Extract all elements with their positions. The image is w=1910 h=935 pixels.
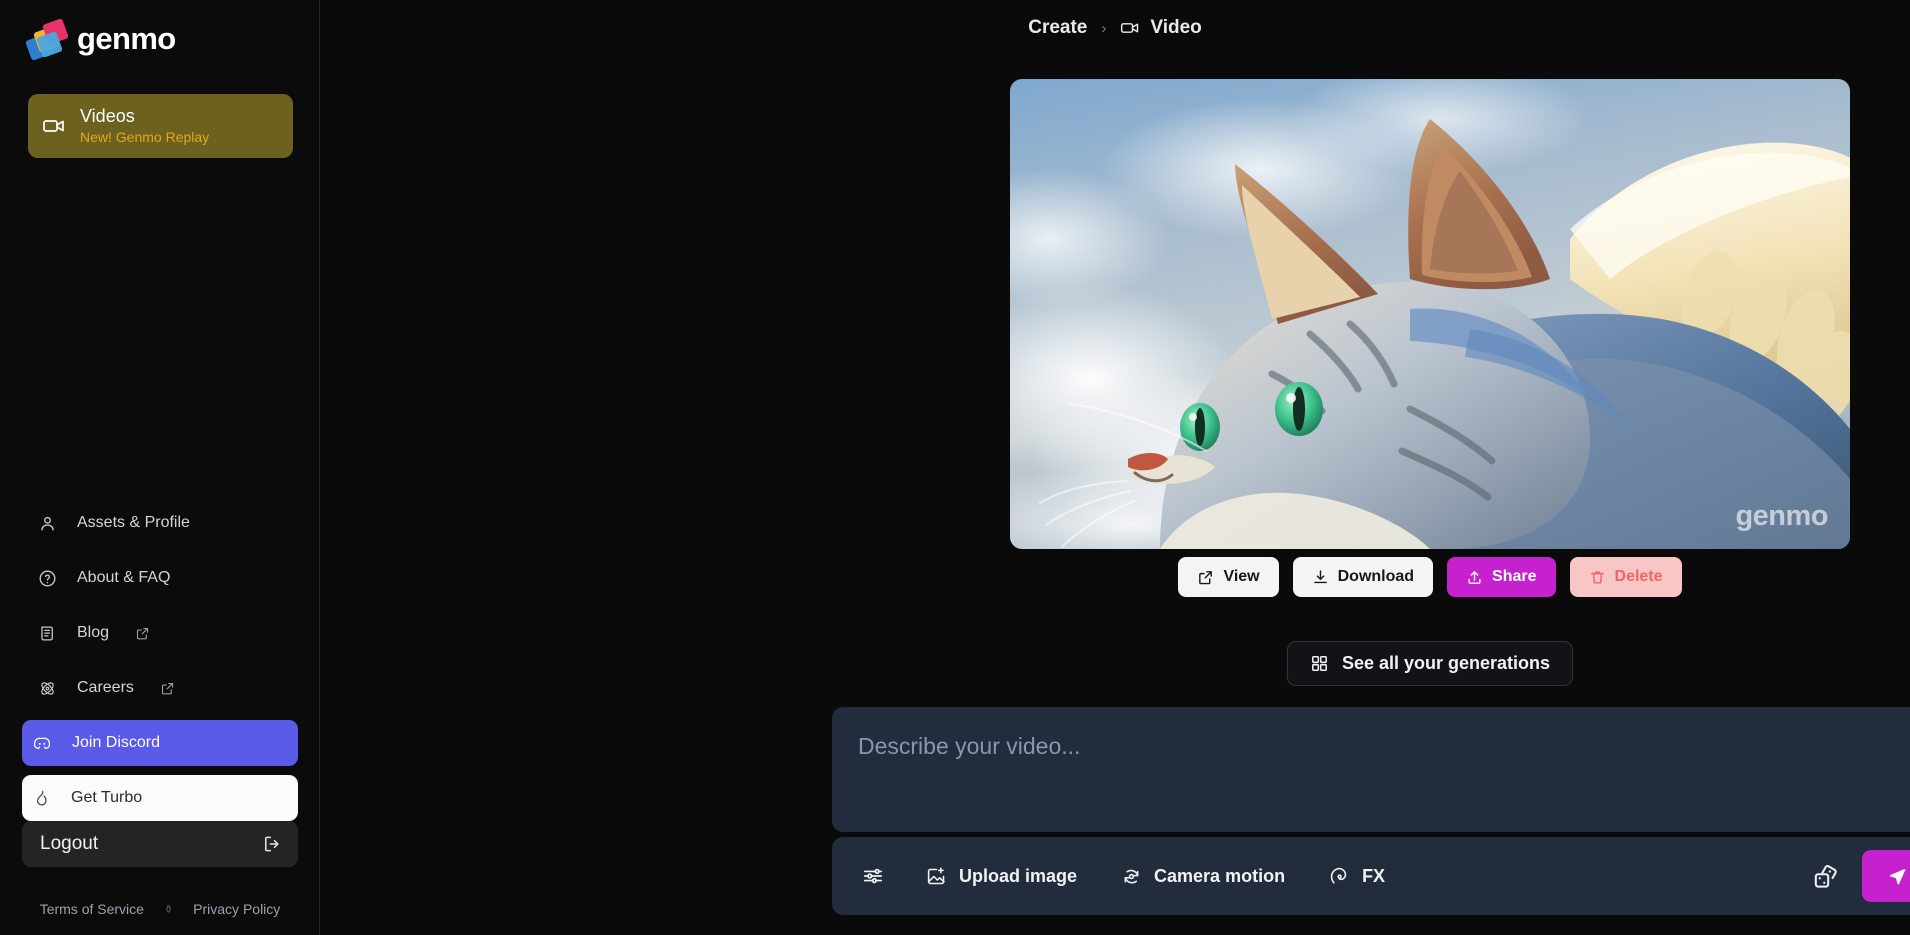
breadcrumb-current-label: Video: [1150, 17, 1202, 38]
video-watermark: genmo: [1735, 500, 1828, 532]
scroll-icon: [38, 624, 57, 643]
trash-icon: [1589, 569, 1606, 586]
prompt-placeholder: Describe your video...: [858, 733, 1081, 759]
prompt-input[interactable]: Describe your video...: [832, 707, 1910, 832]
sidebar-nav: Assets & Profile About & FAQ Blog Career…: [0, 500, 320, 830]
fx-label: FX: [1362, 865, 1386, 886]
video-actions: View Download Share Delete: [1010, 557, 1850, 597]
sidebar-item-videos[interactable]: Videos New! Genmo Replay: [28, 94, 293, 158]
terms-of-service-link[interactable]: Terms of Service: [40, 901, 144, 917]
external-link-icon: [160, 681, 175, 696]
sidebar-item-about-faq[interactable]: About & FAQ: [28, 555, 294, 601]
external-link-icon: [1197, 569, 1214, 586]
view-button[interactable]: View: [1178, 557, 1279, 597]
download-button[interactable]: Download: [1292, 557, 1434, 597]
3d-rotate-icon: [1121, 866, 1142, 887]
sidebar-item-get-turbo[interactable]: Get Turbo: [22, 775, 298, 821]
delete-button[interactable]: Delete: [1569, 557, 1682, 597]
breadcrumb-create[interactable]: Create: [1028, 17, 1087, 39]
brand-logo[interactable]: genmo: [0, 0, 319, 61]
genmo-diamond-logo-icon: [25, 18, 69, 61]
generated-video-frame: [1010, 79, 1850, 549]
privacy-policy-link[interactable]: Privacy Policy: [193, 901, 280, 917]
sidebar-item-join-discord[interactable]: Join Discord: [22, 720, 298, 766]
send-plane-icon: [1888, 867, 1907, 886]
generations-row: See all your generations: [1010, 641, 1850, 686]
atom-icon: [38, 679, 57, 698]
camera-motion-label: Camera motion: [1154, 865, 1286, 886]
main-content: Create › Video genmo View Download Share…: [320, 0, 1910, 935]
sidebar-item-assets-profile[interactable]: Assets & Profile: [28, 500, 294, 546]
sidebar-item-label: Blog: [77, 624, 110, 641]
randomize-button[interactable]: [1813, 863, 1840, 890]
upload-image-button[interactable]: Upload image: [926, 866, 1099, 887]
chevron-right-icon: ›: [1101, 19, 1107, 37]
sidebar-item-blog[interactable]: Blog: [28, 610, 294, 656]
prompt-toolbar: Upload image Camera motion FX: [832, 837, 1910, 915]
video-preview[interactable]: genmo: [1010, 79, 1850, 549]
download-button-label: Download: [1337, 568, 1415, 585]
sidebar-item-label: Careers: [77, 679, 134, 696]
share-upload-icon: [1466, 569, 1483, 586]
user-icon: [38, 514, 57, 533]
sidebar-item-label: Get Turbo: [71, 789, 143, 806]
video-camera-icon: [42, 114, 66, 138]
logout-icon: [262, 834, 282, 854]
sidebar-item-label: About & FAQ: [77, 569, 171, 586]
logout-label: Logout: [40, 833, 99, 854]
question-circle-icon: [38, 569, 57, 588]
discord-icon: [32, 733, 52, 753]
see-all-generations-label: See all your generations: [1341, 653, 1551, 673]
video-camera-icon: [1120, 18, 1140, 38]
sidebar-item-careers[interactable]: Careers: [28, 665, 294, 711]
logout-button[interactable]: Logout: [22, 821, 298, 867]
delete-button-label: Delete: [1614, 568, 1663, 585]
sidebar-item-label: Join Discord: [72, 734, 161, 751]
image-plus-icon: [926, 866, 947, 887]
submit-button[interactable]: Submit: [1861, 850, 1910, 902]
flame-icon: [32, 789, 51, 808]
footer-separator-icon: ⚱: [163, 903, 174, 916]
spiral-icon: [1329, 866, 1350, 887]
share-button[interactable]: Share: [1447, 557, 1556, 597]
brand-name: genmo: [77, 21, 176, 56]
share-button-label: Share: [1492, 568, 1537, 585]
settings-button[interactable]: [862, 865, 884, 887]
external-link-icon: [135, 626, 150, 641]
breadcrumb-video[interactable]: Video: [1120, 17, 1202, 39]
fx-button[interactable]: FX: [1329, 866, 1407, 887]
camera-motion-button[interactable]: Camera motion: [1121, 866, 1307, 887]
videos-subtitle: New! Genmo Replay: [80, 129, 210, 145]
prompt-composer: Describe your video... Upload image Came…: [832, 707, 1910, 915]
see-all-generations-button[interactable]: See all your generations: [1286, 641, 1574, 686]
settings-sliders-icon: [862, 865, 884, 887]
grid-icon: [1310, 654, 1329, 673]
dice-icon: [1813, 863, 1840, 890]
sidebar-item-label: Assets & Profile: [77, 514, 190, 531]
upload-image-label: Upload image: [959, 865, 1078, 886]
videos-title: Videos: [80, 106, 135, 126]
app-root: genmo Videos New! Genmo Replay Assets & …: [0, 0, 1910, 935]
download-icon: [1312, 569, 1329, 586]
sidebar-footer: Terms of Service ⚱ Privacy Policy: [0, 901, 320, 917]
breadcrumb: Create › Video: [320, 0, 1910, 39]
sidebar: genmo Videos New! Genmo Replay Assets & …: [0, 0, 320, 935]
view-button-label: View: [1223, 568, 1260, 585]
